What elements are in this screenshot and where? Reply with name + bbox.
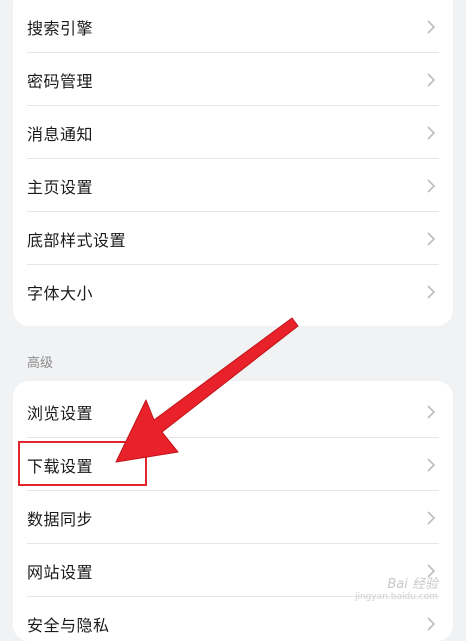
settings-card-general: 搜索引擎 密码管理 消息通知 主页设置 底部样式设置 字体大小 bbox=[13, 0, 453, 326]
settings-item-label: 密码管理 bbox=[27, 71, 94, 91]
settings-item-label: 安全与隐私 bbox=[27, 615, 110, 635]
settings-item-search-engine[interactable]: 搜索引擎 bbox=[13, 0, 453, 53]
settings-item-bottom-style[interactable]: 底部样式设置 bbox=[13, 212, 453, 265]
chevron-right-icon bbox=[427, 616, 436, 631]
settings-item-security-privacy[interactable]: 安全与隐私 bbox=[13, 597, 453, 641]
settings-item-label: 下载设置 bbox=[27, 456, 94, 476]
settings-item-font-size[interactable]: 字体大小 bbox=[13, 265, 453, 318]
chevron-right-icon bbox=[427, 457, 436, 472]
chevron-right-icon bbox=[427, 72, 436, 87]
chevron-right-icon bbox=[427, 19, 436, 34]
settings-item-data-sync[interactable]: 数据同步 bbox=[13, 491, 453, 544]
chevron-right-icon bbox=[427, 125, 436, 140]
settings-item-label: 底部样式设置 bbox=[27, 230, 127, 250]
watermark: Bai 经验 jingyan.baidu.com bbox=[354, 577, 438, 603]
settings-item-label: 浏览设置 bbox=[27, 403, 94, 423]
settings-item-label: 数据同步 bbox=[27, 509, 94, 529]
settings-item-notifications[interactable]: 消息通知 bbox=[13, 106, 453, 159]
chevron-right-icon bbox=[427, 404, 436, 419]
settings-item-label: 字体大小 bbox=[27, 283, 94, 303]
chevron-right-icon bbox=[427, 231, 436, 246]
chevron-right-icon bbox=[427, 178, 436, 193]
settings-item-label: 搜索引擎 bbox=[27, 18, 94, 38]
settings-item-label: 消息通知 bbox=[27, 124, 94, 144]
settings-item-download[interactable]: 下载设置 bbox=[13, 438, 453, 491]
settings-item-label: 主页设置 bbox=[27, 177, 94, 197]
watermark-url: jingyan.baidu.com bbox=[354, 592, 438, 602]
settings-item-password-manager[interactable]: 密码管理 bbox=[13, 53, 453, 106]
chevron-right-icon bbox=[427, 284, 436, 299]
settings-item-label: 网站设置 bbox=[27, 562, 94, 582]
settings-item-browsing[interactable]: 浏览设置 bbox=[13, 385, 453, 438]
watermark-logo: Bai 经验 bbox=[387, 577, 438, 592]
settings-item-homepage[interactable]: 主页设置 bbox=[13, 159, 453, 212]
chevron-right-icon bbox=[427, 510, 436, 525]
section-title-advanced: 高级 bbox=[27, 356, 54, 371]
